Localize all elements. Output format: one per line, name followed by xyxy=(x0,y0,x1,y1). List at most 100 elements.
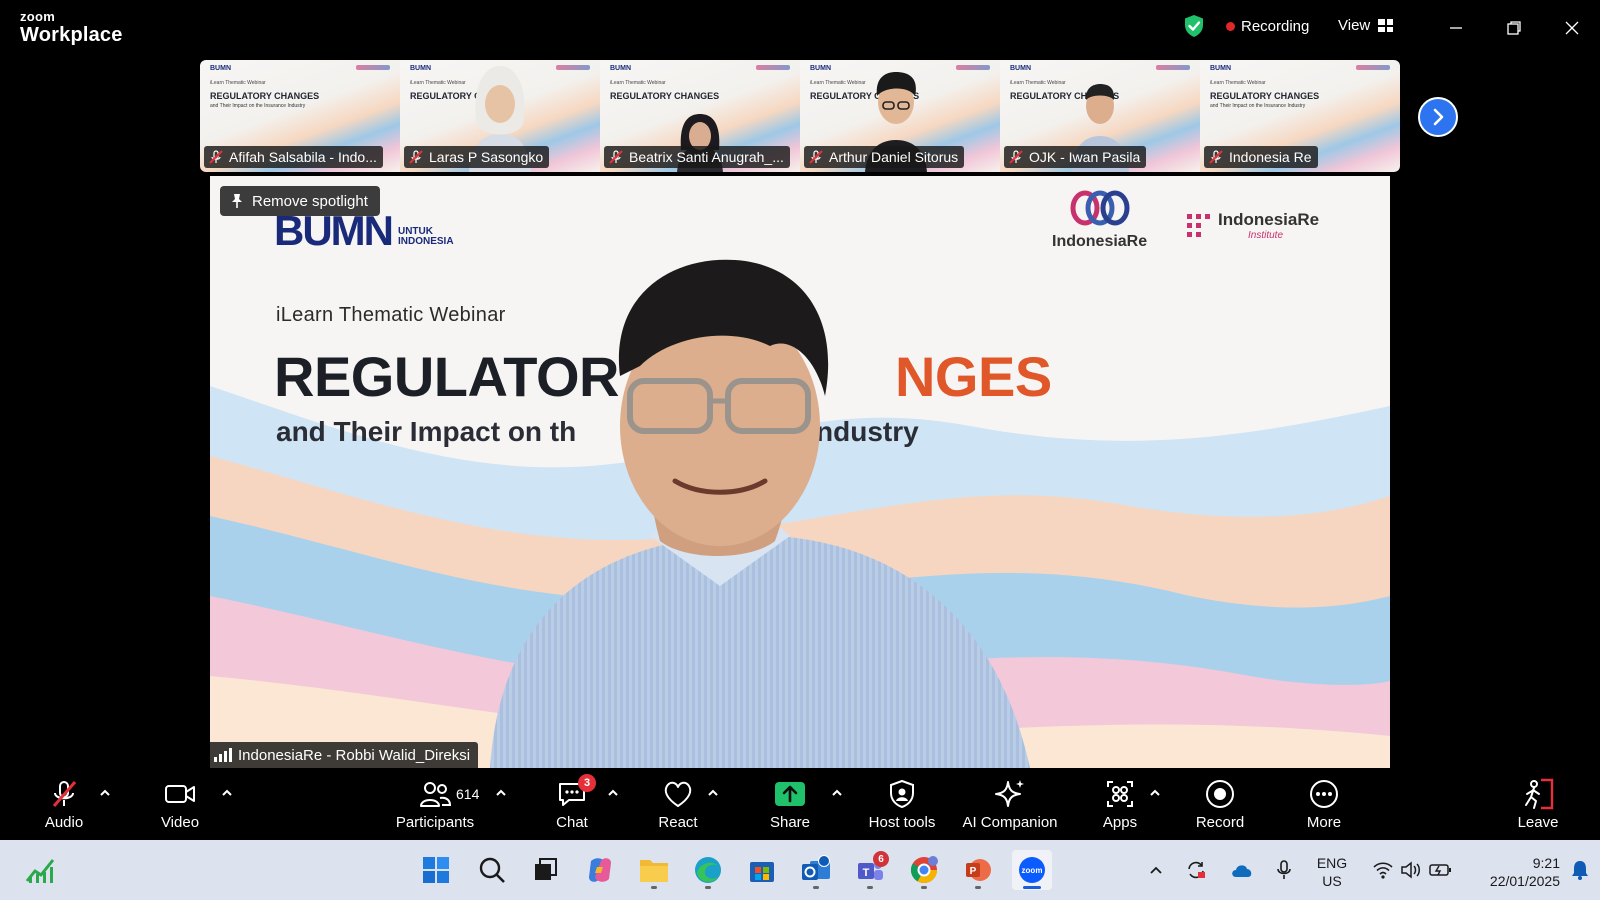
close-button[interactable] xyxy=(1558,14,1586,42)
slide-bumn-mini: BUMN xyxy=(1210,65,1231,72)
host-tools-button[interactable]: Host tools xyxy=(852,776,952,831)
share-button[interactable]: Share xyxy=(740,776,840,831)
grid-view-icon xyxy=(1378,19,1394,32)
zoom-taskbar-button[interactable]: zoom xyxy=(1012,850,1052,890)
microsoft-store-button[interactable] xyxy=(742,850,782,890)
institute-logo-text: IndonesiaRe xyxy=(1218,210,1320,229)
slide-bumn-mini: BUMN xyxy=(210,65,231,72)
more-button[interactable]: More xyxy=(1274,776,1374,831)
windows-logo-icon xyxy=(423,857,449,883)
participant-nameplate: Arthur Daniel Sitorus xyxy=(804,146,965,168)
zoom-workplace-logo: zoom Workplace xyxy=(20,10,123,45)
mic-muted-icon xyxy=(609,150,623,164)
slide-bumn-mini: BUMN xyxy=(410,65,431,72)
host-tools-label: Host tools xyxy=(868,814,936,831)
apps-options-chevron-up-icon[interactable] xyxy=(1148,786,1162,800)
audio-options-chevron-up-icon[interactable] xyxy=(98,786,112,800)
record-button[interactable]: Record xyxy=(1170,776,1270,831)
slide-logo-mini xyxy=(356,65,390,70)
mic-muted-icon xyxy=(1209,150,1223,164)
video-camera-icon xyxy=(165,785,195,803)
mic-muted-icon xyxy=(209,150,223,164)
slide-logo-mini xyxy=(1356,65,1390,70)
share-options-chevron-up-icon[interactable] xyxy=(830,786,844,800)
zoom-icon: zoom xyxy=(1019,857,1045,883)
institute-dots-icon xyxy=(1187,213,1210,237)
participant-tile[interactable]: BUMN iLearn Thematic Webinar REGULATORY … xyxy=(400,60,600,172)
mic-muted-icon xyxy=(809,150,823,164)
widgets-button[interactable] xyxy=(20,850,60,890)
bumn-indonesia: INDONESIA xyxy=(397,236,454,248)
minimize-button[interactable] xyxy=(1442,14,1470,42)
file-explorer-button[interactable] xyxy=(634,850,674,890)
leave-button[interactable]: Leave xyxy=(1488,776,1588,831)
powerpoint-button[interactable]: P xyxy=(958,850,998,890)
participant-tile[interactable]: BUMN iLearn Thematic Webinar REGULATORY … xyxy=(200,60,400,172)
onedrive-tray-button[interactable] xyxy=(1228,850,1256,890)
start-button[interactable] xyxy=(416,850,456,890)
apps-icon xyxy=(1107,781,1133,807)
participant-tile[interactable]: BUMN iLearn Thematic Webinar REGULATORY … xyxy=(800,60,1000,172)
search-button[interactable] xyxy=(472,850,512,890)
video-button[interactable]: Video xyxy=(130,776,230,831)
chat-unread-badge: 3 xyxy=(578,774,596,792)
participant-name: OJK - Iwan Pasila xyxy=(1029,149,1141,165)
bumn-logo-subtext: UNTUK INDONESIA xyxy=(397,226,454,248)
slide-subtitle-mini: iLearn Thematic Webinar xyxy=(210,80,266,86)
running-indicator xyxy=(921,886,927,889)
view-button[interactable]: View xyxy=(1338,17,1394,34)
slide-bumn-mini: BUMN xyxy=(610,65,631,72)
remove-spotlight-button[interactable]: Remove spotlight xyxy=(220,186,380,216)
restore-button[interactable] xyxy=(1500,14,1528,42)
edge-browser-button[interactable] xyxy=(688,850,728,890)
recording-label: Recording xyxy=(1241,18,1310,35)
recording-indicator[interactable]: Recording xyxy=(1226,18,1309,35)
quick-settings-button[interactable] xyxy=(1364,850,1460,890)
show-hidden-icons-button[interactable] xyxy=(1142,850,1170,890)
participant-tile[interactable]: BUMN iLearn Thematic Webinar REGULATORY … xyxy=(600,60,800,172)
video-label: Video xyxy=(160,814,200,831)
apps-label: Apps xyxy=(1102,814,1138,831)
chat-options-chevron-up-icon[interactable] xyxy=(606,786,620,800)
audio-button[interactable]: Audio xyxy=(14,776,114,831)
mic-muted-icon xyxy=(1009,150,1023,164)
participant-tile[interactable]: BUMN iLearn Thematic Webinar REGULATORY … xyxy=(1200,60,1400,172)
security-shield-icon[interactable] xyxy=(1184,14,1204,38)
task-view-icon xyxy=(535,858,557,880)
chrome-button[interactable] xyxy=(904,850,944,890)
microphone-tray-button[interactable] xyxy=(1270,850,1298,890)
participants-options-chevron-up-icon[interactable] xyxy=(494,786,508,800)
ai-companion-button[interactable]: AI Companion xyxy=(960,776,1060,831)
microphone-icon xyxy=(1277,860,1291,879)
react-label: React xyxy=(658,814,698,831)
outlook-button[interactable] xyxy=(796,850,836,890)
running-indicator xyxy=(813,886,819,889)
react-button[interactable]: React xyxy=(628,776,728,831)
react-options-chevron-up-icon[interactable] xyxy=(706,786,720,800)
apps-button[interactable]: Apps xyxy=(1070,776,1170,831)
participant-tile[interactable]: BUMN iLearn Thematic Webinar REGULATORY … xyxy=(1000,60,1200,172)
sync-tray-button[interactable] xyxy=(1182,850,1210,890)
chat-button[interactable]: 3 Chat xyxy=(522,774,622,831)
leave-door-icon xyxy=(1525,778,1554,810)
slide-subline-mini: and Their Impact on the Insurance Indust… xyxy=(210,103,306,109)
clock[interactable]: 9:21 22/01/2025 xyxy=(1464,854,1560,890)
teams-button[interactable]: T 6 xyxy=(850,850,890,890)
language-indicator[interactable]: ENG US xyxy=(1312,854,1352,890)
running-indicator xyxy=(651,886,657,889)
sync-icon xyxy=(1188,861,1205,879)
participants-button[interactable]: Participants xyxy=(385,776,485,831)
notifications-button[interactable] xyxy=(1566,850,1594,890)
running-indicator xyxy=(705,886,711,889)
spotlight-video[interactable]: Remove spotlight BUMN UNTUK INDONESIA In… xyxy=(210,176,1390,768)
participant-name: Laras P Sasongko xyxy=(429,149,544,165)
participant-nameplate: Indonesia Re xyxy=(1204,146,1318,168)
slide-logo-mini xyxy=(756,65,790,70)
video-options-chevron-up-icon[interactable] xyxy=(220,786,234,800)
share-screen-icon xyxy=(775,782,805,806)
copilot-button[interactable] xyxy=(580,850,620,890)
next-page-button[interactable] xyxy=(1418,97,1458,137)
close-icon xyxy=(1565,21,1579,35)
task-view-button[interactable] xyxy=(526,850,566,890)
more-ellipsis-icon xyxy=(1310,780,1338,808)
